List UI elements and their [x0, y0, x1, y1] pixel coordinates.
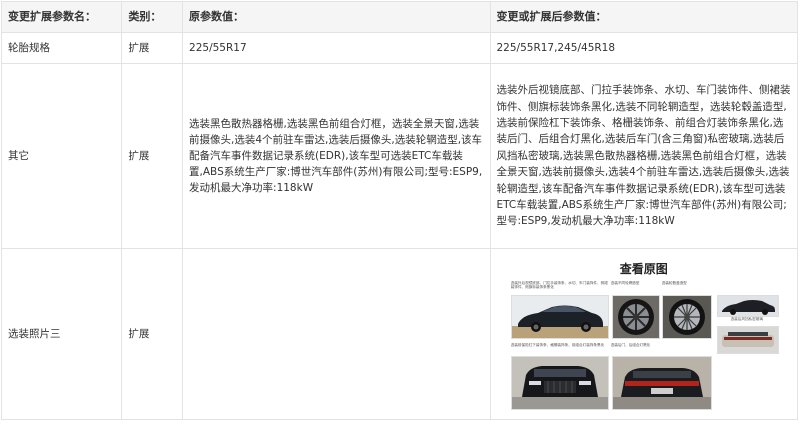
- photo-caption: 选装不同轮辋造型: [610, 281, 640, 285]
- car-rear-photo: [716, 326, 779, 354]
- header-category: 类别：: [121, 1, 184, 33]
- car-front-photo: [510, 356, 609, 410]
- row-photo-cell: 查看原图 选装外后视镜底部、门拉手装饰条、水切、车门装饰件、侧裙装饰件、侧旗标装…: [489, 248, 798, 420]
- header-original-value: 原参数值：: [182, 1, 491, 33]
- table-row: 其它 扩展 选装黑色散热器格栅,选装黑色前组合灯框，选装全景天窗,选装前摄像头,…: [0, 63, 798, 249]
- table-row: 轮胎规格 扩展 225/55R17 225/55R17,245/45R18: [0, 32, 798, 64]
- photo-caption: 选装后门、后组合灯黑化: [610, 343, 651, 347]
- photo-caption: 选装前保险杠下装饰条、格栅装饰条、前组合灯装饰条黑化: [510, 343, 605, 347]
- parameter-change-table: 变更扩展参数名： 类别： 原参数值： 变更或扩展后参数值： 轮胎规格 扩展 22…: [0, 1, 798, 420]
- wheel-photo: [611, 295, 660, 339]
- row-category: 扩展: [121, 32, 184, 64]
- photo-caption: 选装轮毂盖造型: [661, 281, 687, 285]
- row-param-name: 轮胎规格: [0, 32, 123, 64]
- row-new-value: 225/55R17,245/45R18: [489, 32, 798, 64]
- row-original-value: 225/55R17: [182, 32, 491, 64]
- header-new-value: 变更或扩展后参数值：: [489, 1, 798, 33]
- photo-caption: 选装后风挡私密玻璃: [730, 317, 763, 321]
- table-row: 选装照片三 扩展 查看原图 选装外后视镜底部、门拉手装饰条、水切、车门装饰件、侧…: [0, 248, 798, 420]
- photo-caption: 选装外后视镜底部、门拉手装饰条、水切、车门装饰件、侧裙装饰件、侧旗标装饰条黑化: [510, 281, 608, 290]
- row-new-value: 选装外后视镜底部、门拉手装饰条、水切、车门装饰件、侧裙装饰件、侧旗标装饰条黑化,…: [489, 63, 798, 249]
- car-side-photo: [510, 295, 609, 339]
- row-category: 扩展: [121, 248, 184, 420]
- view-original-link[interactable]: 查看原图: [491, 261, 798, 277]
- row-original-value: 选装黑色散热器格栅,选装黑色前组合灯框，选装全景天窗,选装前摄像头,选装4个前驻…: [182, 63, 491, 249]
- header-param-name: 变更扩展参数名：: [0, 1, 123, 33]
- row-category: 扩展: [121, 63, 184, 249]
- option-photo-collage[interactable]: 选装外后视镜底部、门拉手装饰条、水切、车门装饰件、侧裙装饰件、侧旗标装饰条黑化: [509, 281, 779, 410]
- wheel-photo: [661, 295, 712, 339]
- car-rear-lights-photo: [611, 356, 712, 410]
- table-header-row: 变更扩展参数名： 类别： 原参数值： 变更或扩展后参数值：: [0, 1, 798, 33]
- car-rear-side-photo: [716, 295, 779, 317]
- row-original-value: [182, 248, 491, 420]
- row-param-name: 其它: [0, 63, 123, 249]
- row-param-name: 选装照片三: [0, 248, 123, 420]
